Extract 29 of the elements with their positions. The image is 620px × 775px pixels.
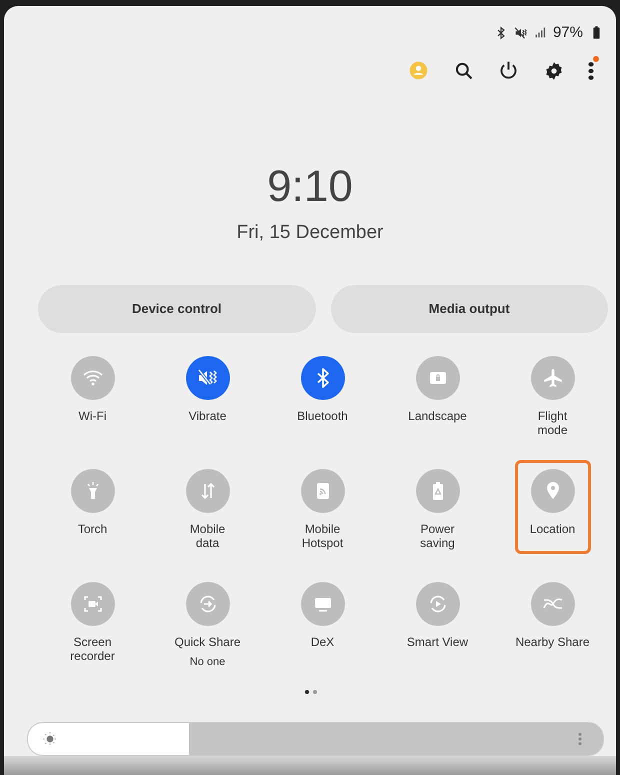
more-icon (588, 60, 594, 81)
device-control-button[interactable]: Device control (38, 284, 316, 333)
quick-setting-toggle[interactable]: Flight mode (506, 347, 598, 442)
signal-icon (534, 26, 547, 40)
quick-setting-toggle[interactable]: Quick Share No one (162, 573, 254, 668)
quick-setting-toggle[interactable]: Mobile Hotspot (276, 460, 368, 554)
clock-time: 9:10 (267, 164, 353, 210)
quick-setting-toggle[interactable]: Nearby Share (506, 573, 598, 668)
media-output-button[interactable]: Media output (330, 284, 608, 333)
quick-setting-toggle[interactable]: Torch (46, 460, 138, 554)
quick-setting-toggle[interactable]: Vibrate (162, 347, 254, 442)
brightness-slider[interactable] (27, 722, 604, 756)
quick-setting-toggle[interactable]: Mobile data (162, 460, 254, 554)
settings-icon (544, 60, 564, 81)
quick-setting-toggle[interactable]: Location (514, 460, 590, 554)
quick-setting-toggle[interactable]: Screen recorder (46, 573, 138, 668)
quick-setting-toggle[interactable]: Power saving (392, 460, 484, 554)
date-label: Fri, 15 December (236, 222, 384, 244)
brightness-icon (42, 731, 58, 747)
battery-percentage: 97% (552, 24, 583, 42)
quick-setting-toggle[interactable]: Landscape (392, 347, 484, 442)
quick-setting-toggle[interactable]: Smart View (392, 573, 484, 668)
quick-setting-toggle[interactable]: DeX (276, 573, 368, 668)
quick-setting-toggle[interactable]: Bluetooth (276, 347, 368, 442)
quick-setting-toggle[interactable]: Wi-Fi (46, 347, 138, 442)
profile-icon (408, 60, 429, 82)
vibrate-icon (514, 26, 528, 40)
search-icon (454, 60, 474, 81)
power-icon (498, 60, 519, 82)
